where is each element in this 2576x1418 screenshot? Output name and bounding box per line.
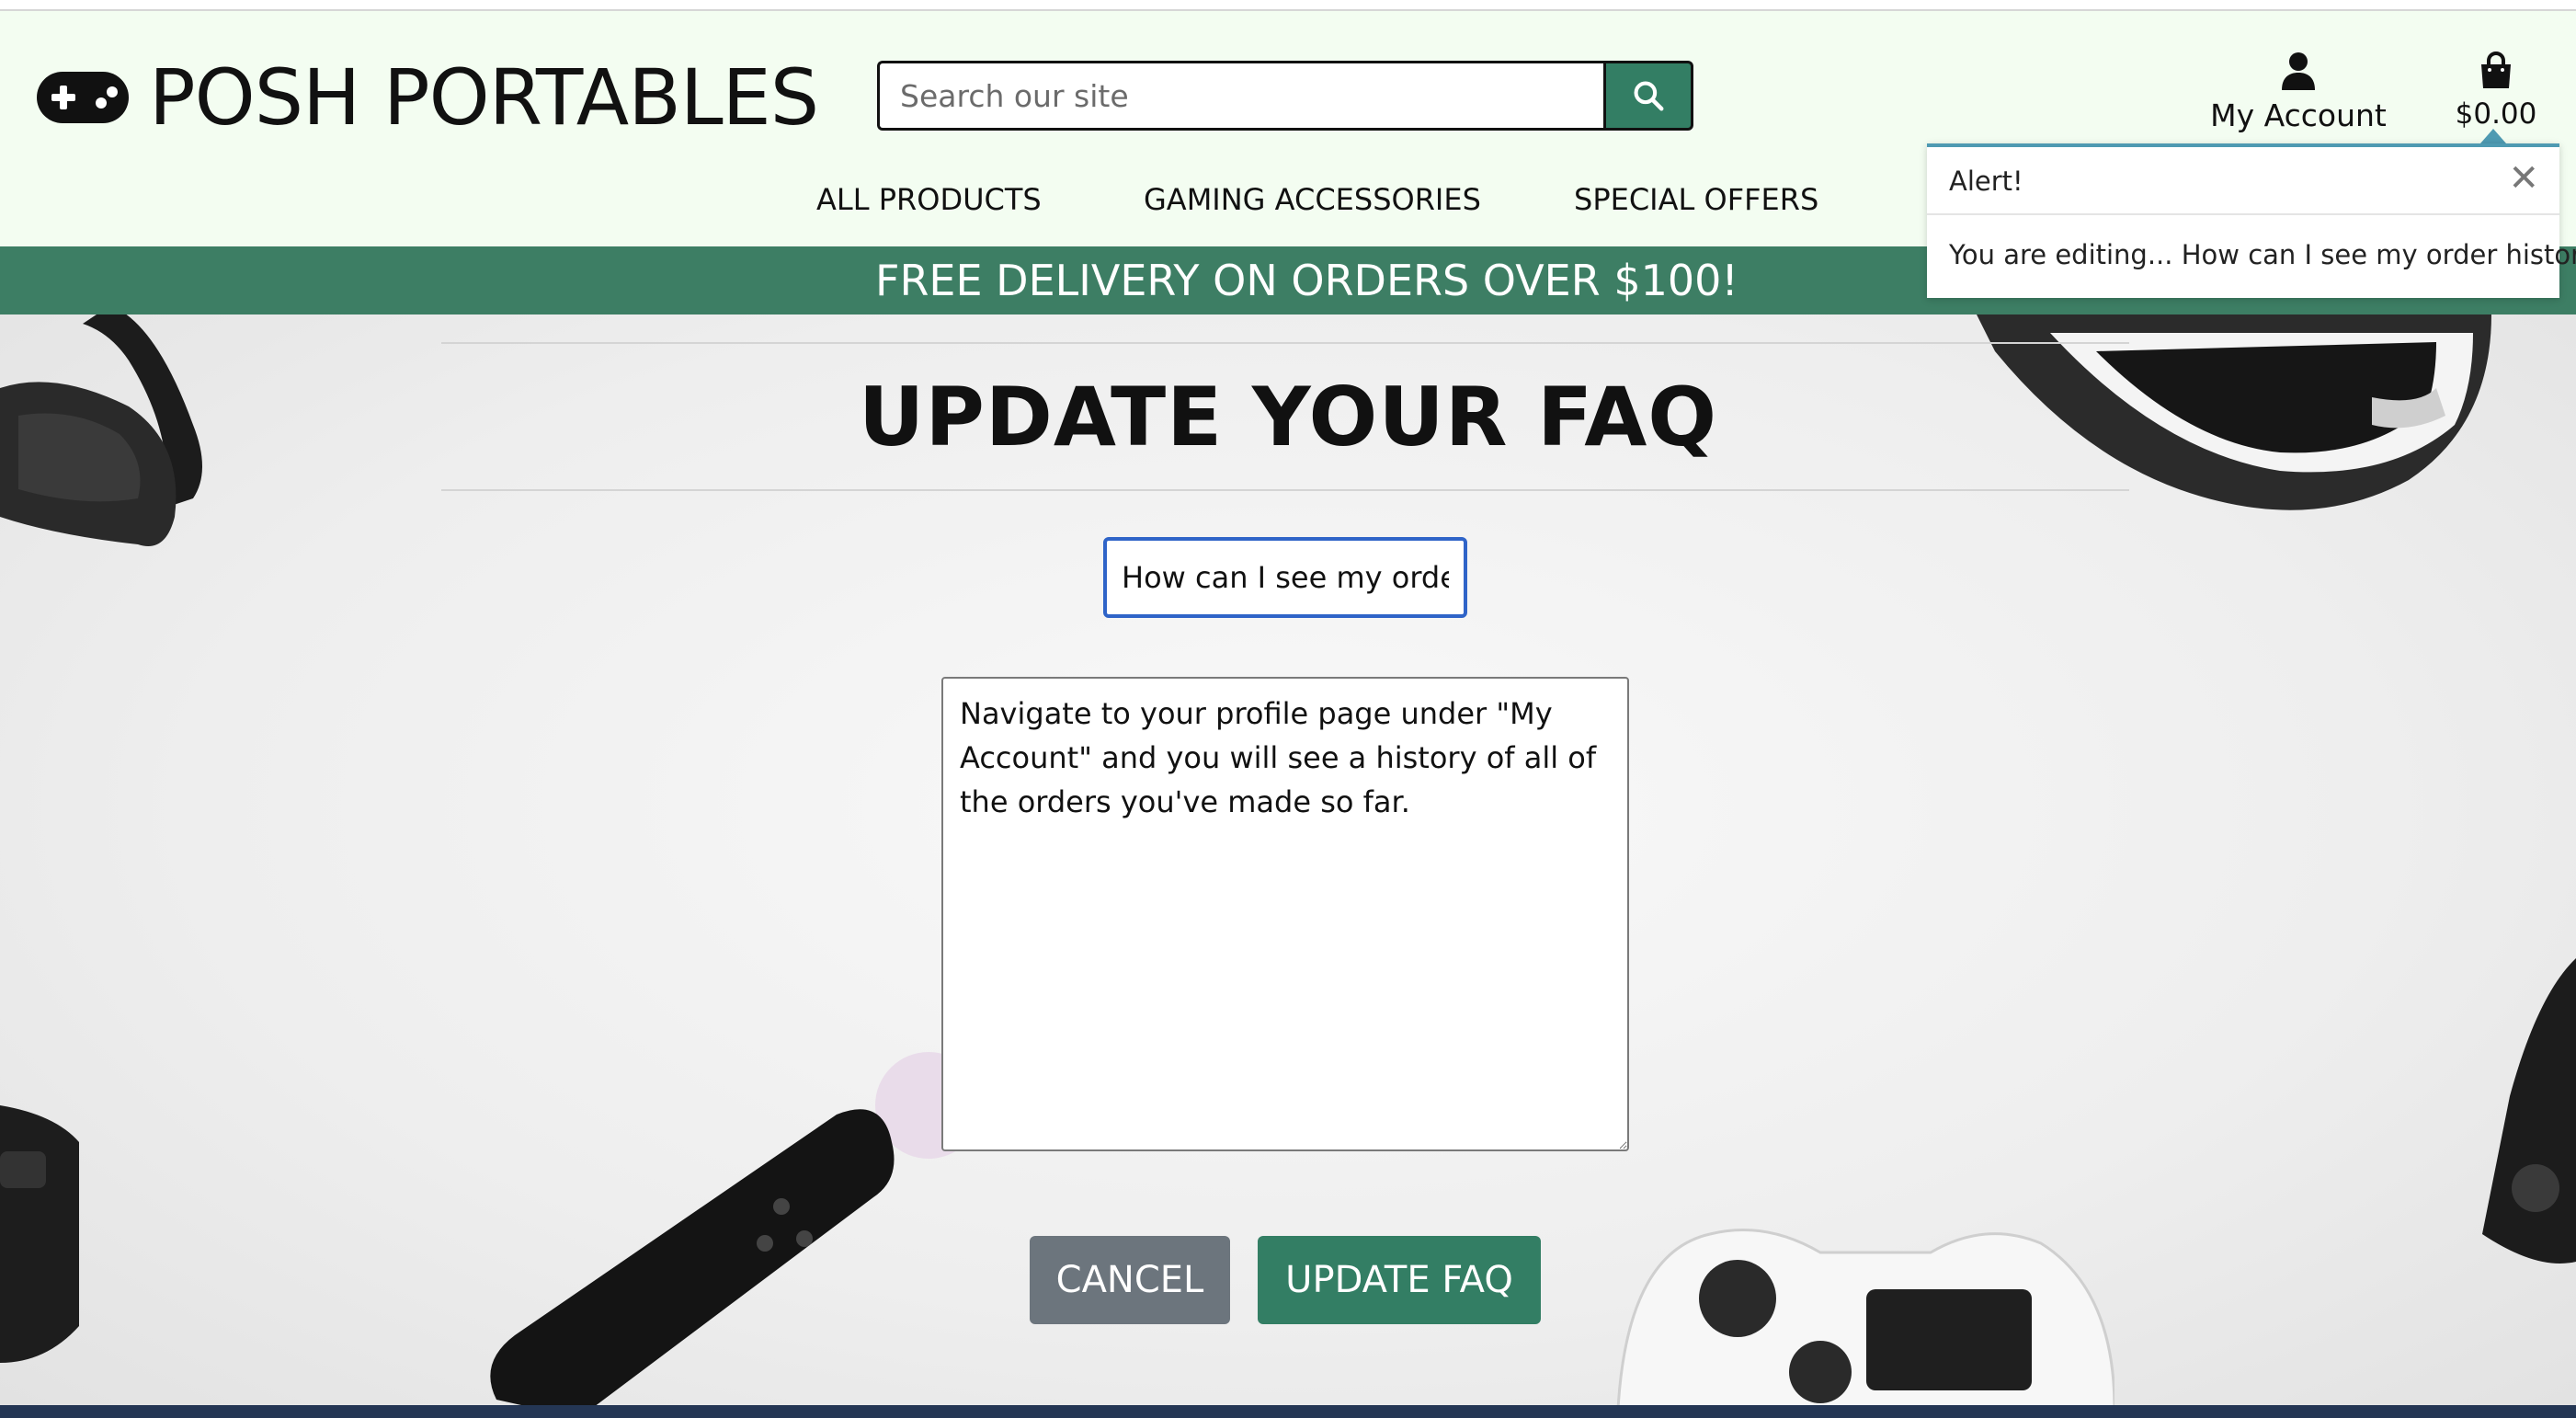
controller-edge-image bbox=[2482, 958, 2576, 1264]
alert-arrow bbox=[2480, 129, 2506, 143]
cancel-button[interactable]: CANCEL bbox=[1030, 1236, 1230, 1324]
update-faq-button[interactable]: UPDATE FAQ bbox=[1258, 1236, 1541, 1324]
user-icon bbox=[2282, 52, 2315, 90]
faq-answer-textarea[interactable]: Navigate to your profile page under "My … bbox=[941, 677, 1629, 1151]
divider-top bbox=[441, 342, 2129, 344]
faq-question-input[interactable] bbox=[1103, 537, 1467, 618]
alert-message: You are editing... How can I see my orde… bbox=[1949, 239, 2576, 270]
main-content: UPDATE YOUR FAQ Navigate to your profile… bbox=[0, 314, 2576, 1407]
alert-toast: Alert! ✕ You are editing... How can I se… bbox=[1927, 143, 2576, 298]
top-border bbox=[0, 0, 2576, 11]
delivery-banner-text: FREE DELIVERY ON ORDERS OVER $100! bbox=[875, 256, 1738, 305]
nav-all-products[interactable]: ALL PRODUCTS bbox=[816, 182, 1042, 217]
gamepad-icon bbox=[37, 72, 129, 123]
playstation-move-controller-image bbox=[490, 1052, 982, 1407]
cart-link[interactable]: $0.00 bbox=[2445, 51, 2547, 131]
search-icon bbox=[1634, 81, 1664, 111]
logo-link[interactable]: POSH PORTABLES bbox=[35, 51, 819, 143]
search-button[interactable] bbox=[1603, 61, 1693, 131]
gamepad-controller-image bbox=[1616, 1229, 2114, 1407]
device-edge-image bbox=[0, 1105, 79, 1363]
shopping-bag-icon bbox=[2481, 51, 2511, 88]
my-account-link[interactable]: My Account bbox=[2206, 51, 2390, 133]
alert-header: Alert! ✕ bbox=[1927, 147, 2559, 215]
close-icon[interactable]: ✕ bbox=[2508, 160, 2539, 197]
divider-bottom bbox=[441, 489, 2129, 491]
page-title: UPDATE YOUR FAQ bbox=[858, 370, 1718, 464]
brand-name: POSH PORTABLES bbox=[149, 52, 819, 143]
alert-title: Alert! bbox=[1949, 166, 2023, 197]
nav-gaming-accessories[interactable]: GAMING ACCESSORIES bbox=[1144, 182, 1481, 217]
search-form bbox=[877, 61, 1693, 131]
search-input[interactable] bbox=[877, 61, 1603, 131]
nav-special-offers[interactable]: SPECIAL OFFERS bbox=[1574, 182, 1818, 217]
my-account-label: My Account bbox=[2210, 97, 2387, 133]
cart-total: $0.00 bbox=[2455, 97, 2537, 131]
footer-strip bbox=[0, 1405, 2576, 1418]
